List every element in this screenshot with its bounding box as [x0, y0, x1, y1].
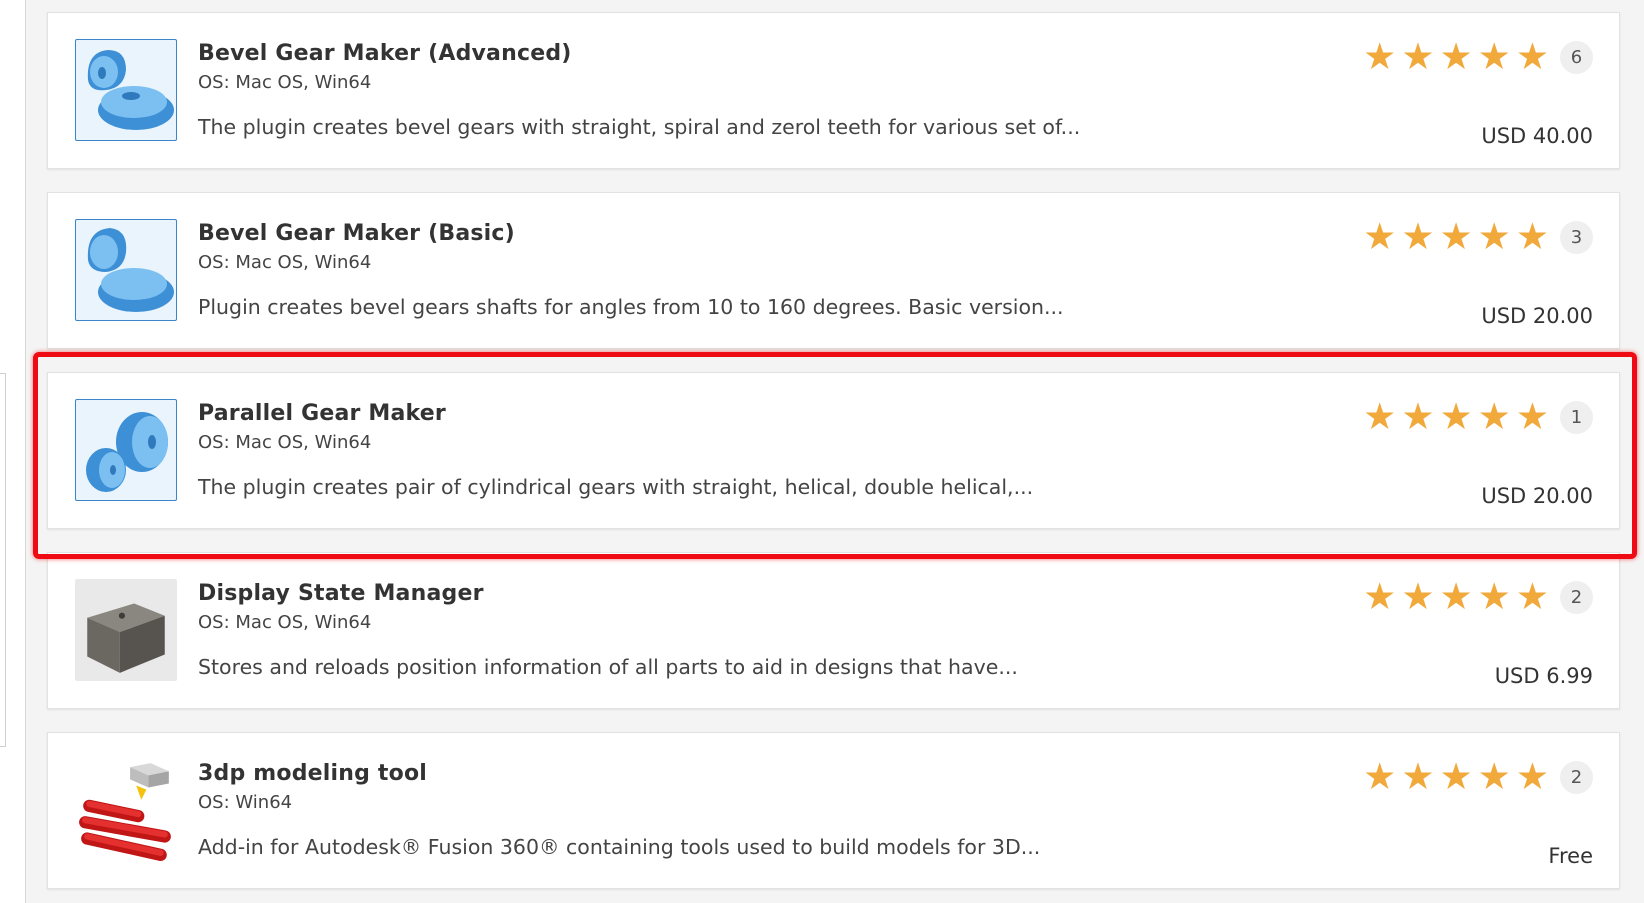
star-icon: ★	[1439, 395, 1473, 438]
results-list: Bevel Gear Maker (Advanced) OS: Mac OS, …	[47, 12, 1620, 903]
star-icon: ★	[1363, 395, 1397, 438]
app-card-3dp-modeling-tool[interactable]: 3dp modeling tool OS: Win64 Add-in for A…	[47, 732, 1620, 889]
star-rating: ★ ★ ★ ★ ★	[1363, 577, 1549, 617]
bevel-gear-icon[interactable]	[75, 219, 177, 321]
app-os: OS: Mac OS, Win64	[198, 432, 372, 453]
app-description: The plugin creates bevel gears with stra…	[198, 115, 1081, 139]
star-icon: ★	[1401, 575, 1435, 618]
app-os: OS: Mac OS, Win64	[198, 72, 372, 93]
star-icon: ★	[1439, 35, 1473, 78]
app-price: Free	[1548, 844, 1593, 868]
review-count-badge: 1	[1560, 401, 1593, 434]
star-icon: ★	[1477, 395, 1511, 438]
app-description: The plugin creates pair of cylindrical g…	[198, 475, 1034, 499]
app-title[interactable]: Bevel Gear Maker (Basic)	[198, 221, 515, 246]
star-rating: ★ ★ ★ ★ ★	[1363, 217, 1549, 257]
star-icon: ★	[1515, 215, 1549, 258]
star-icon: ★	[1401, 755, 1435, 798]
star-icon: ★	[1477, 215, 1511, 258]
review-count-badge: 2	[1560, 581, 1593, 614]
app-title[interactable]: Bevel Gear Maker (Advanced)	[198, 41, 572, 66]
star-icon: ★	[1477, 35, 1511, 78]
review-count-badge: 2	[1560, 761, 1593, 794]
star-icon: ★	[1363, 35, 1397, 78]
review-count-badge: 3	[1560, 221, 1593, 254]
star-icon: ★	[1477, 575, 1511, 618]
star-icon: ★	[1401, 215, 1435, 258]
star-rating: ★ ★ ★ ★ ★	[1363, 757, 1549, 797]
star-rating: ★ ★ ★ ★ ★	[1363, 37, 1549, 77]
app-store-results-page: Bevel Gear Maker (Advanced) OS: Mac OS, …	[0, 0, 1644, 903]
app-card-bevel-gear-basic[interactable]: Bevel Gear Maker (Basic) OS: Mac OS, Win…	[47, 192, 1620, 349]
app-title[interactable]: Display State Manager	[198, 581, 484, 606]
star-icon: ★	[1363, 755, 1397, 798]
filter-panel-edge[interactable]	[0, 373, 6, 747]
app-title[interactable]: Parallel Gear Maker	[198, 401, 446, 426]
star-icon: ★	[1363, 575, 1397, 618]
box-icon[interactable]	[75, 579, 177, 681]
star-icon: ★	[1477, 755, 1511, 798]
app-description: Add-in for Autodesk® Fusion 360® contain…	[198, 835, 1041, 859]
star-icon: ★	[1439, 215, 1473, 258]
app-price: USD 6.99	[1494, 664, 1593, 688]
3d-printer-nozzle-icon[interactable]	[75, 759, 177, 861]
app-card-display-state-manager[interactable]: Display State Manager OS: Mac OS, Win64 …	[47, 552, 1620, 709]
app-card-bevel-gear-advanced[interactable]: Bevel Gear Maker (Advanced) OS: Mac OS, …	[47, 12, 1620, 169]
app-price: USD 20.00	[1481, 484, 1593, 508]
app-price: USD 20.00	[1481, 304, 1593, 328]
app-price: USD 40.00	[1481, 124, 1593, 148]
app-os: OS: Mac OS, Win64	[198, 252, 372, 273]
star-icon: ★	[1439, 755, 1473, 798]
app-description: Plugin creates bevel gears shafts for an…	[198, 295, 1064, 319]
star-rating: ★ ★ ★ ★ ★	[1363, 397, 1549, 437]
star-icon: ★	[1515, 35, 1549, 78]
app-os: OS: Win64	[198, 792, 293, 813]
app-os: OS: Mac OS, Win64	[198, 612, 372, 633]
star-icon: ★	[1401, 35, 1435, 78]
review-count-badge: 6	[1560, 41, 1593, 74]
star-icon: ★	[1515, 395, 1549, 438]
star-icon: ★	[1439, 575, 1473, 618]
app-title[interactable]: 3dp modeling tool	[198, 761, 427, 786]
star-icon: ★	[1363, 215, 1397, 258]
app-card-parallel-gear[interactable]: Parallel Gear Maker OS: Mac OS, Win64 Th…	[47, 372, 1620, 529]
star-icon: ★	[1401, 395, 1435, 438]
bevel-gear-icon[interactable]	[75, 39, 177, 141]
app-description: Stores and reloads position information …	[198, 655, 1018, 679]
star-icon: ★	[1515, 755, 1549, 798]
left-filter-rail	[0, 0, 26, 903]
parallel-gear-icon[interactable]	[75, 399, 177, 501]
star-icon: ★	[1515, 575, 1549, 618]
